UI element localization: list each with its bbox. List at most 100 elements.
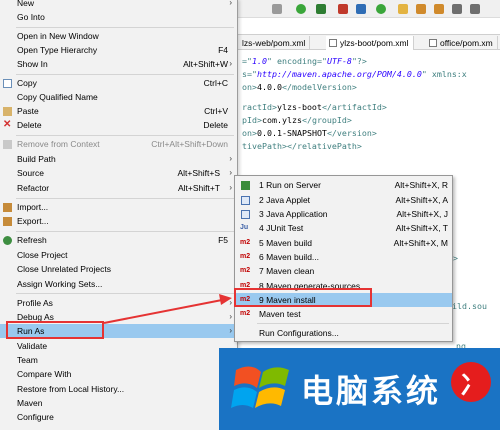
menu-item-profile-as[interactable]: Profile As › — [0, 296, 236, 310]
chevron-right-icon: › — [229, 59, 232, 68]
menu-item-new[interactable]: New › — [0, 0, 236, 10]
settings-icon[interactable] — [272, 4, 282, 14]
menu-separator — [16, 135, 234, 136]
menu-item-close-unrelated-projects[interactable]: Close Unrelated Projects — [0, 262, 236, 276]
server-icon — [241, 181, 250, 190]
watermark-text: 电脑系统 — [301, 372, 442, 410]
run-as-submenu: 1 Run on Server Alt+Shift+X, R 2 Java App… — [234, 175, 453, 342]
back-icon[interactable] — [452, 4, 462, 14]
pencil-icon[interactable] — [416, 4, 426, 14]
chevron-right-icon: › — [229, 0, 232, 7]
chevron-right-icon: › — [229, 168, 232, 177]
menu-item-compare-with[interactable]: Compare With› — [0, 367, 236, 381]
submenu-item-java-applet[interactable]: 2 Java Applet Alt+Shift+X, A — [235, 193, 452, 207]
remove-context-icon — [3, 140, 12, 149]
menu-item-maven[interactable]: Maven› — [0, 396, 236, 410]
paste-icon — [3, 107, 12, 116]
server-icon[interactable] — [356, 4, 366, 14]
main-toolbar — [238, 0, 500, 18]
tab-lzs-web-pom[interactable]: lzs-web/pom.xml — [238, 36, 311, 50]
refresh-icon — [3, 236, 12, 245]
menu-item-copy[interactable]: Copy Ctrl+C — [0, 76, 236, 90]
menu-item-open-new-window[interactable]: Open in New Window — [0, 29, 236, 43]
chevron-right-icon: › — [229, 154, 232, 163]
chevron-right-icon: › — [229, 326, 232, 335]
code-line: pId>com.ylzs</groupId> — [242, 115, 352, 125]
menu-item-configure[interactable]: Configure› — [0, 410, 236, 424]
annotation-box-maven-install — [234, 288, 372, 307]
tab-label: office/pom.xm — [440, 38, 493, 48]
menu-item-refresh[interactable]: Refresh F5 — [0, 233, 236, 247]
maven-icon: m2 — [240, 267, 251, 274]
annotation-box-run-as — [6, 321, 104, 339]
context-menu: New › Go Into Open in New Window Open Typ… — [0, 0, 238, 430]
run-icon[interactable] — [296, 4, 306, 14]
menu-separator — [16, 74, 234, 75]
code-line: s="http://maven.apache.org/POM/4.0.0" xm… — [242, 69, 467, 79]
menu-separator — [16, 231, 234, 232]
menu-item-remove-from-context: Remove from Context Ctrl+Alt+Shift+Down — [0, 137, 236, 151]
submenu-item-run-on-server[interactable]: 1 Run on Server Alt+Shift+X, R — [235, 178, 452, 192]
applet-icon — [241, 196, 250, 205]
menu-item-import[interactable]: Import... — [0, 200, 236, 214]
submenu-item-java-application[interactable]: 3 Java Application Alt+Shift+X, J — [235, 207, 452, 221]
submenu-item-maven-test[interactable]: m2 Maven test — [235, 307, 452, 321]
junit-icon: Ju — [240, 224, 249, 231]
maven-icon: m2 — [240, 253, 251, 260]
code-fragment: ild.sou — [452, 301, 487, 311]
forward-icon[interactable] — [470, 4, 480, 14]
menu-item-show-in[interactable]: Show In Alt+Shift+W › — [0, 57, 236, 71]
menu-item-open-type-hierarchy[interactable]: Open Type Hierarchy F4 — [0, 43, 236, 57]
marker-icon[interactable] — [434, 4, 444, 14]
submenu-item-junit-test[interactable]: Ju 4 JUnit Test Alt+Shift+X, T — [235, 221, 452, 235]
submenu-item-run-configurations[interactable]: Run Configurations... — [235, 326, 452, 340]
menu-item-delete[interactable]: ✕ Delete Delete — [0, 118, 236, 132]
code-line: ="1.0" encoding="UTF-8"?> — [242, 56, 367, 66]
export-icon — [3, 217, 12, 226]
tab-ylzs-boot-pom[interactable]: ylzs-boot/pom.xml — [326, 36, 414, 50]
code-line: tivePath></relativePath> — [242, 141, 362, 151]
menu-item-close-project[interactable]: Close Project — [0, 248, 236, 262]
code-line: ractId>ylzs-boot</artifactId> — [242, 102, 387, 112]
menu-item-go-into[interactable]: Go Into — [0, 10, 236, 24]
menu-item-restore-local-history[interactable]: Restore from Local History... — [0, 382, 236, 396]
delete-icon: ✕ — [3, 119, 12, 130]
menu-item-paste[interactable]: Paste Ctrl+V — [0, 104, 236, 118]
menu-item-build-path[interactable]: Build Path › — [0, 152, 236, 166]
submenu-item-maven-clean[interactable]: m2 7 Maven clean — [235, 264, 452, 278]
code-fragment: > — [453, 253, 458, 263]
submenu-item-maven-build[interactable]: m2 5 Maven build Alt+Shift+X, M — [235, 236, 452, 250]
watermark-banner: 电脑系统 冫 — [219, 348, 500, 430]
debug-icon[interactable] — [316, 4, 326, 14]
menu-separator — [16, 198, 234, 199]
maven-icon: m2 — [240, 310, 251, 317]
refresh-icon[interactable] — [376, 4, 386, 14]
editor-tab-bar: lzs-web/pom.xml ylzs-boot/pom.xml office… — [238, 34, 500, 50]
menu-item-source[interactable]: Source Alt+Shift+S › — [0, 166, 236, 180]
menu-separator — [257, 323, 449, 324]
code-line: on>0.0.1-SNAPSHOT</version> — [242, 128, 377, 138]
tab-label: lzs-web/pom.xml — [242, 38, 306, 48]
code-line: on>4.0.0</modelVersion> — [242, 82, 357, 92]
menu-item-validate[interactable]: Validate — [0, 339, 236, 353]
submenu-item-maven-build-dialog[interactable]: m2 6 Maven build... — [235, 250, 452, 264]
watermark-badge: 冫 — [451, 362, 491, 402]
search-icon[interactable] — [338, 4, 348, 14]
menu-item-team[interactable]: Team› — [0, 353, 236, 367]
import-icon — [3, 203, 12, 212]
menu-item-copy-qualified-name[interactable]: Copy Qualified Name — [0, 90, 236, 104]
windows-logo-icon — [231, 366, 289, 408]
xml-file-icon — [429, 39, 437, 47]
java-app-icon — [241, 210, 250, 219]
menu-item-export[interactable]: Export... — [0, 214, 236, 228]
menu-separator — [16, 27, 234, 28]
tab-office-pom[interactable]: office/pom.xm — [426, 36, 498, 50]
menu-separator — [16, 293, 234, 294]
copy-icon — [3, 79, 12, 88]
xml-file-icon — [329, 39, 337, 47]
menu-item-assign-working-sets[interactable]: Assign Working Sets... — [0, 277, 236, 291]
chevron-right-icon: › — [229, 312, 232, 321]
chevron-right-icon: › — [229, 183, 232, 192]
menu-item-refactor[interactable]: Refactor Alt+Shift+T › — [0, 181, 236, 195]
folder-icon[interactable] — [398, 4, 408, 14]
